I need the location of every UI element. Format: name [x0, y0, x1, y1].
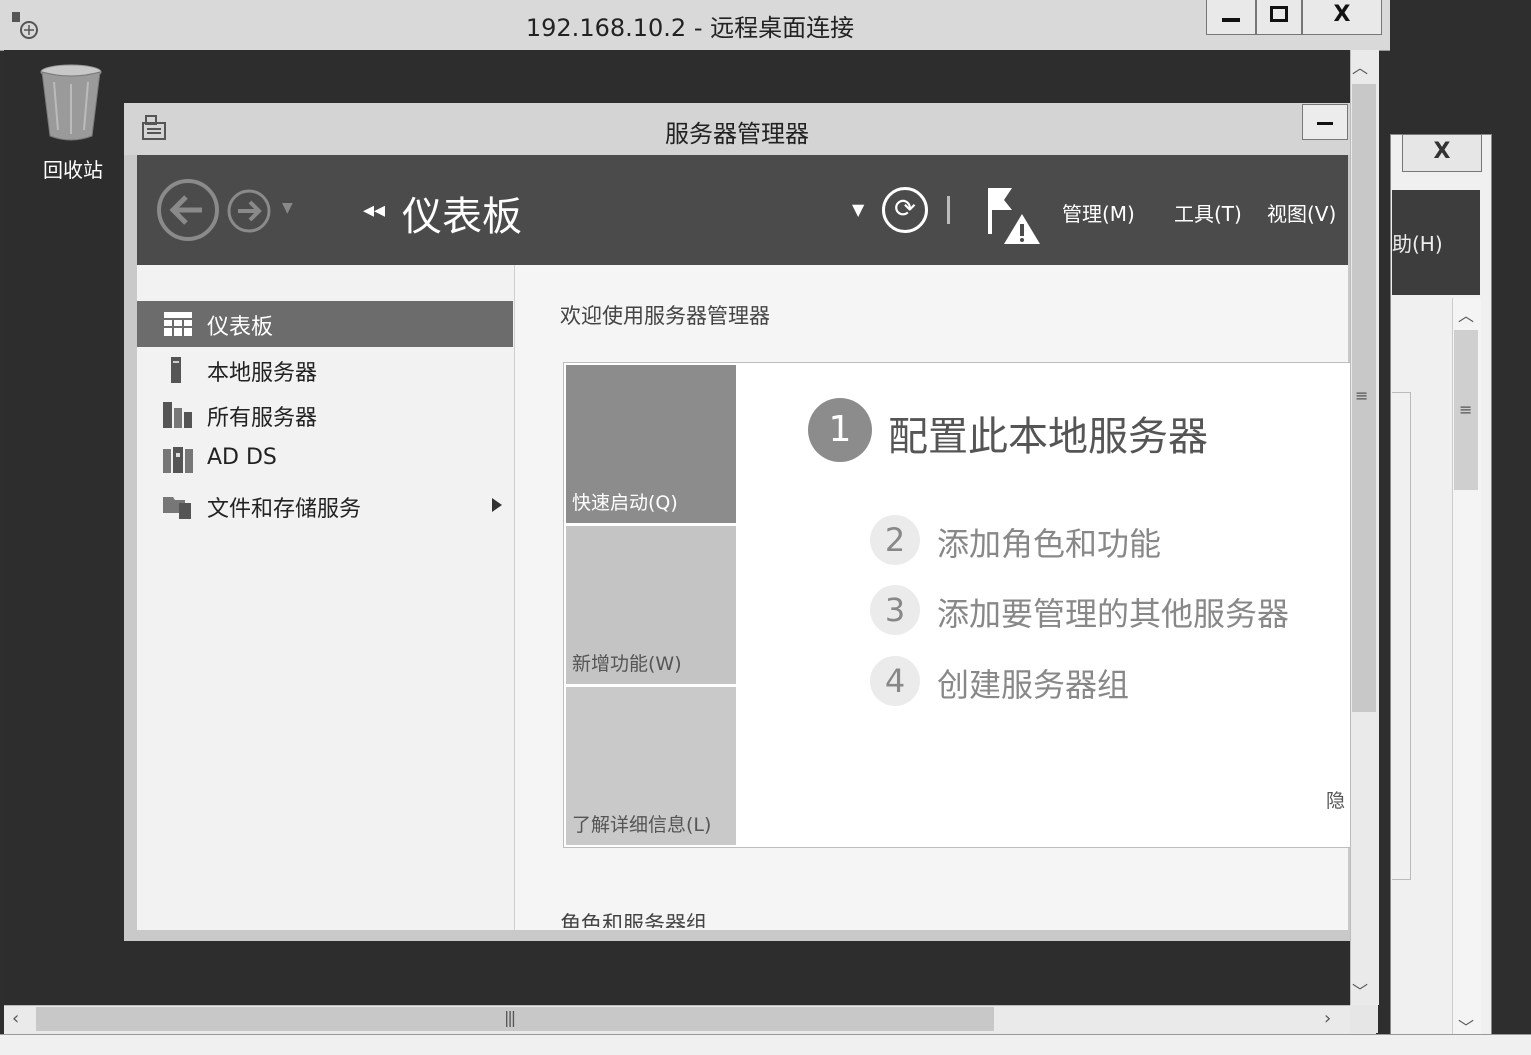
scroll-grip-icon: ||| — [504, 1008, 516, 1027]
local-server-icon — [171, 357, 181, 383]
step-add-servers-link[interactable]: 添加要管理的其他服务器 — [937, 589, 1289, 635]
scrollbar-corner — [1350, 1005, 1378, 1033]
step-add-roles-link[interactable]: 添加角色和功能 — [937, 519, 1161, 565]
rdp-minimize-button[interactable] — [1206, 0, 1256, 35]
notification-flag-icon[interactable] — [984, 184, 1042, 246]
step-create-group-link[interactable]: 创建服务器组 — [937, 660, 1129, 706]
tile-label: 了解详细信息(L) — [572, 814, 712, 836]
roles-heading: 角色和服务器组 — [560, 912, 707, 928]
scroll-grip-icon: ≡ — [1355, 386, 1369, 405]
close-icon: X — [1333, 2, 1351, 27]
dashboard-icon — [164, 312, 192, 336]
tile-label: 快速启动(Q) — [572, 492, 678, 514]
nav-item-local-server[interactable]: 本地服务器 — [137, 347, 513, 393]
recycle-bin-icon[interactable] — [38, 64, 104, 144]
rdp-window-title: 192.168.10.2 - 远程桌面连接 — [525, 14, 855, 42]
tile-label: 新增功能(W) — [572, 653, 682, 675]
bottom-strip — [0, 1034, 1531, 1055]
nav-item-label: 所有服务器 — [207, 406, 318, 431]
breadcrumb-title: 仪表板 — [402, 194, 522, 240]
minimize-icon — [1222, 18, 1240, 22]
file-storage-icon — [163, 497, 191, 519]
nav-item-file-storage[interactable]: 文件和存储服务 — [137, 483, 513, 529]
scroll-right-icon[interactable]: › — [1324, 1008, 1331, 1029]
nav-item-label: 仪表板 — [207, 315, 274, 340]
step-number-badge: 3 — [870, 585, 920, 635]
rdp-maximize-button[interactable] — [1256, 0, 1302, 35]
toolbar-dropdown-icon[interactable]: ▼ — [852, 200, 864, 219]
step-number-badge: 1 — [808, 398, 872, 462]
rdp-horizontal-scroll-thumb[interactable] — [36, 1007, 994, 1031]
step-number-badge: 4 — [870, 656, 920, 706]
submenu-arrow-icon[interactable] — [492, 498, 502, 512]
server-manager-title: 服务器管理器 — [665, 120, 809, 148]
refresh-icon[interactable]: ⟳ — [882, 187, 928, 233]
background-window-panel — [1392, 392, 1411, 880]
scroll-down-icon[interactable]: ﹀ — [1352, 978, 1368, 1002]
background-window-close-button[interactable]: X — [1402, 134, 1482, 172]
menu-tools[interactable]: 工具(T) — [1174, 198, 1242, 227]
tile-quick-start[interactable]: 快速启动(Q) — [566, 365, 736, 523]
nav-item-dashboard[interactable]: 仪表板 — [137, 301, 513, 347]
history-dropdown-icon[interactable]: ▼ — [282, 200, 293, 216]
nav-item-all-servers[interactable]: 所有服务器 — [137, 392, 513, 438]
scroll-up-icon[interactable]: ︿ — [1458, 302, 1474, 326]
breadcrumb-chevron-icon: ◂◂ — [363, 198, 386, 223]
tile-learn-more[interactable]: 了解详细信息(L) — [566, 687, 736, 845]
welcome-heading: 欢迎使用服务器管理器 — [560, 304, 770, 328]
scroll-up-icon[interactable]: ︿ — [1352, 54, 1368, 78]
tile-whats-new[interactable]: 新增功能(W) — [566, 526, 736, 684]
close-icon: X — [1433, 139, 1451, 164]
nav-item-ad-ds[interactable]: AD DS — [137, 437, 513, 483]
back-button[interactable] — [156, 178, 220, 242]
recycle-bin-label: 回收站 — [43, 158, 103, 182]
nav-item-label: AD DS — [207, 445, 277, 470]
forward-button[interactable] — [226, 188, 272, 234]
nav-item-label: 文件和存储服务 — [207, 497, 362, 522]
scroll-left-icon[interactable]: ‹ — [12, 1008, 19, 1029]
ad-ds-icon — [163, 447, 193, 473]
server-manager-toolbar — [137, 155, 1348, 265]
step-number-badge: 2 — [870, 515, 920, 565]
maximize-icon — [1270, 6, 1288, 22]
step-configure-local-server-link[interactable]: 配置此本地服务器 — [888, 404, 1208, 462]
all-servers-icon — [163, 402, 192, 428]
toolbar-separator — [947, 196, 950, 224]
nav-item-label: 本地服务器 — [207, 361, 318, 386]
menu-manage[interactable]: 管理(M) — [1062, 198, 1135, 227]
scroll-grip-icon: ≡ — [1459, 400, 1473, 419]
server-manager-minimize-button[interactable] — [1302, 104, 1348, 140]
background-window-help-menu[interactable]: 助(H) — [1392, 228, 1443, 257]
hide-link[interactable]: 隐 — [1326, 786, 1345, 813]
rdp-close-button[interactable]: X — [1302, 0, 1382, 35]
menu-view[interactable]: 视图(V) — [1267, 198, 1336, 227]
